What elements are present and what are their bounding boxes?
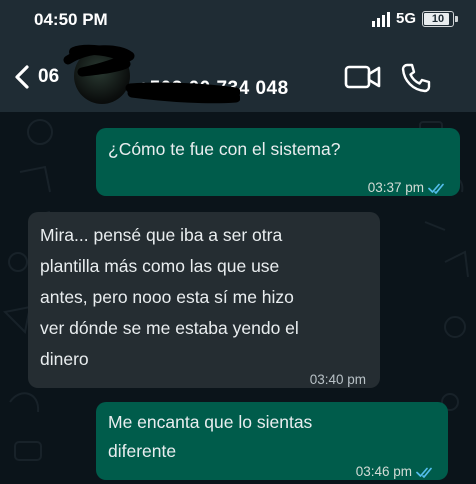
back-arrow-icon[interactable] bbox=[10, 62, 34, 92]
message-bubble-outgoing[interactable]: ¿Cómo te fue con el sistema? 03:37 pm bbox=[96, 128, 460, 196]
read-ticks-icon bbox=[428, 183, 444, 194]
contact-name[interactable]: +503 00 734 048 bbox=[138, 78, 289, 100]
battery-level: 10 bbox=[431, 12, 445, 25]
message-line: antes, pero nooo esta sí me hizo bbox=[40, 287, 294, 307]
status-time: 04:50 PM bbox=[34, 10, 108, 29]
phone-call-icon[interactable] bbox=[400, 62, 432, 94]
message-line: dinero bbox=[40, 349, 89, 369]
chat-header: 06 +503 00 734 048 bbox=[0, 42, 476, 112]
message-time: 03:37 pm bbox=[367, 180, 424, 195]
read-ticks-icon bbox=[416, 467, 432, 478]
contact-prefix[interactable]: 06 bbox=[38, 66, 59, 88]
message-line: diferente bbox=[108, 441, 177, 461]
video-call-icon[interactable] bbox=[344, 64, 382, 90]
message-line: ver dónde se me estaba yendo el bbox=[40, 318, 299, 338]
signal-icon bbox=[371, 11, 390, 27]
message-line: plantilla más como las que use bbox=[40, 256, 280, 276]
message-time: 03:46 pm bbox=[355, 464, 412, 479]
message-line: ¿Cómo te fue con el sistema? bbox=[108, 139, 341, 159]
avatar[interactable] bbox=[74, 48, 130, 104]
message-line: Me encanta que lo sientas bbox=[108, 412, 313, 432]
message-line: Mira... pensé que iba a ser otra bbox=[40, 225, 283, 245]
battery-icon: 10 bbox=[422, 10, 458, 27]
chat-area[interactable]: ¿Cómo te fue con el sistema? 03:37 pm Mi… bbox=[0, 112, 476, 484]
message-bubble-incoming[interactable]: Mira... pensé que iba a ser otra plantil… bbox=[28, 212, 380, 388]
status-indicators: 5G 10 bbox=[371, 10, 458, 27]
network-type: 5G bbox=[395, 10, 416, 27]
message-time: 03:40 pm bbox=[309, 372, 366, 387]
status-bar: 04:50 PM 5G 10 bbox=[0, 0, 476, 42]
message-bubble-outgoing[interactable]: Me encanta que lo sientas diferente 03:4… bbox=[96, 402, 448, 480]
